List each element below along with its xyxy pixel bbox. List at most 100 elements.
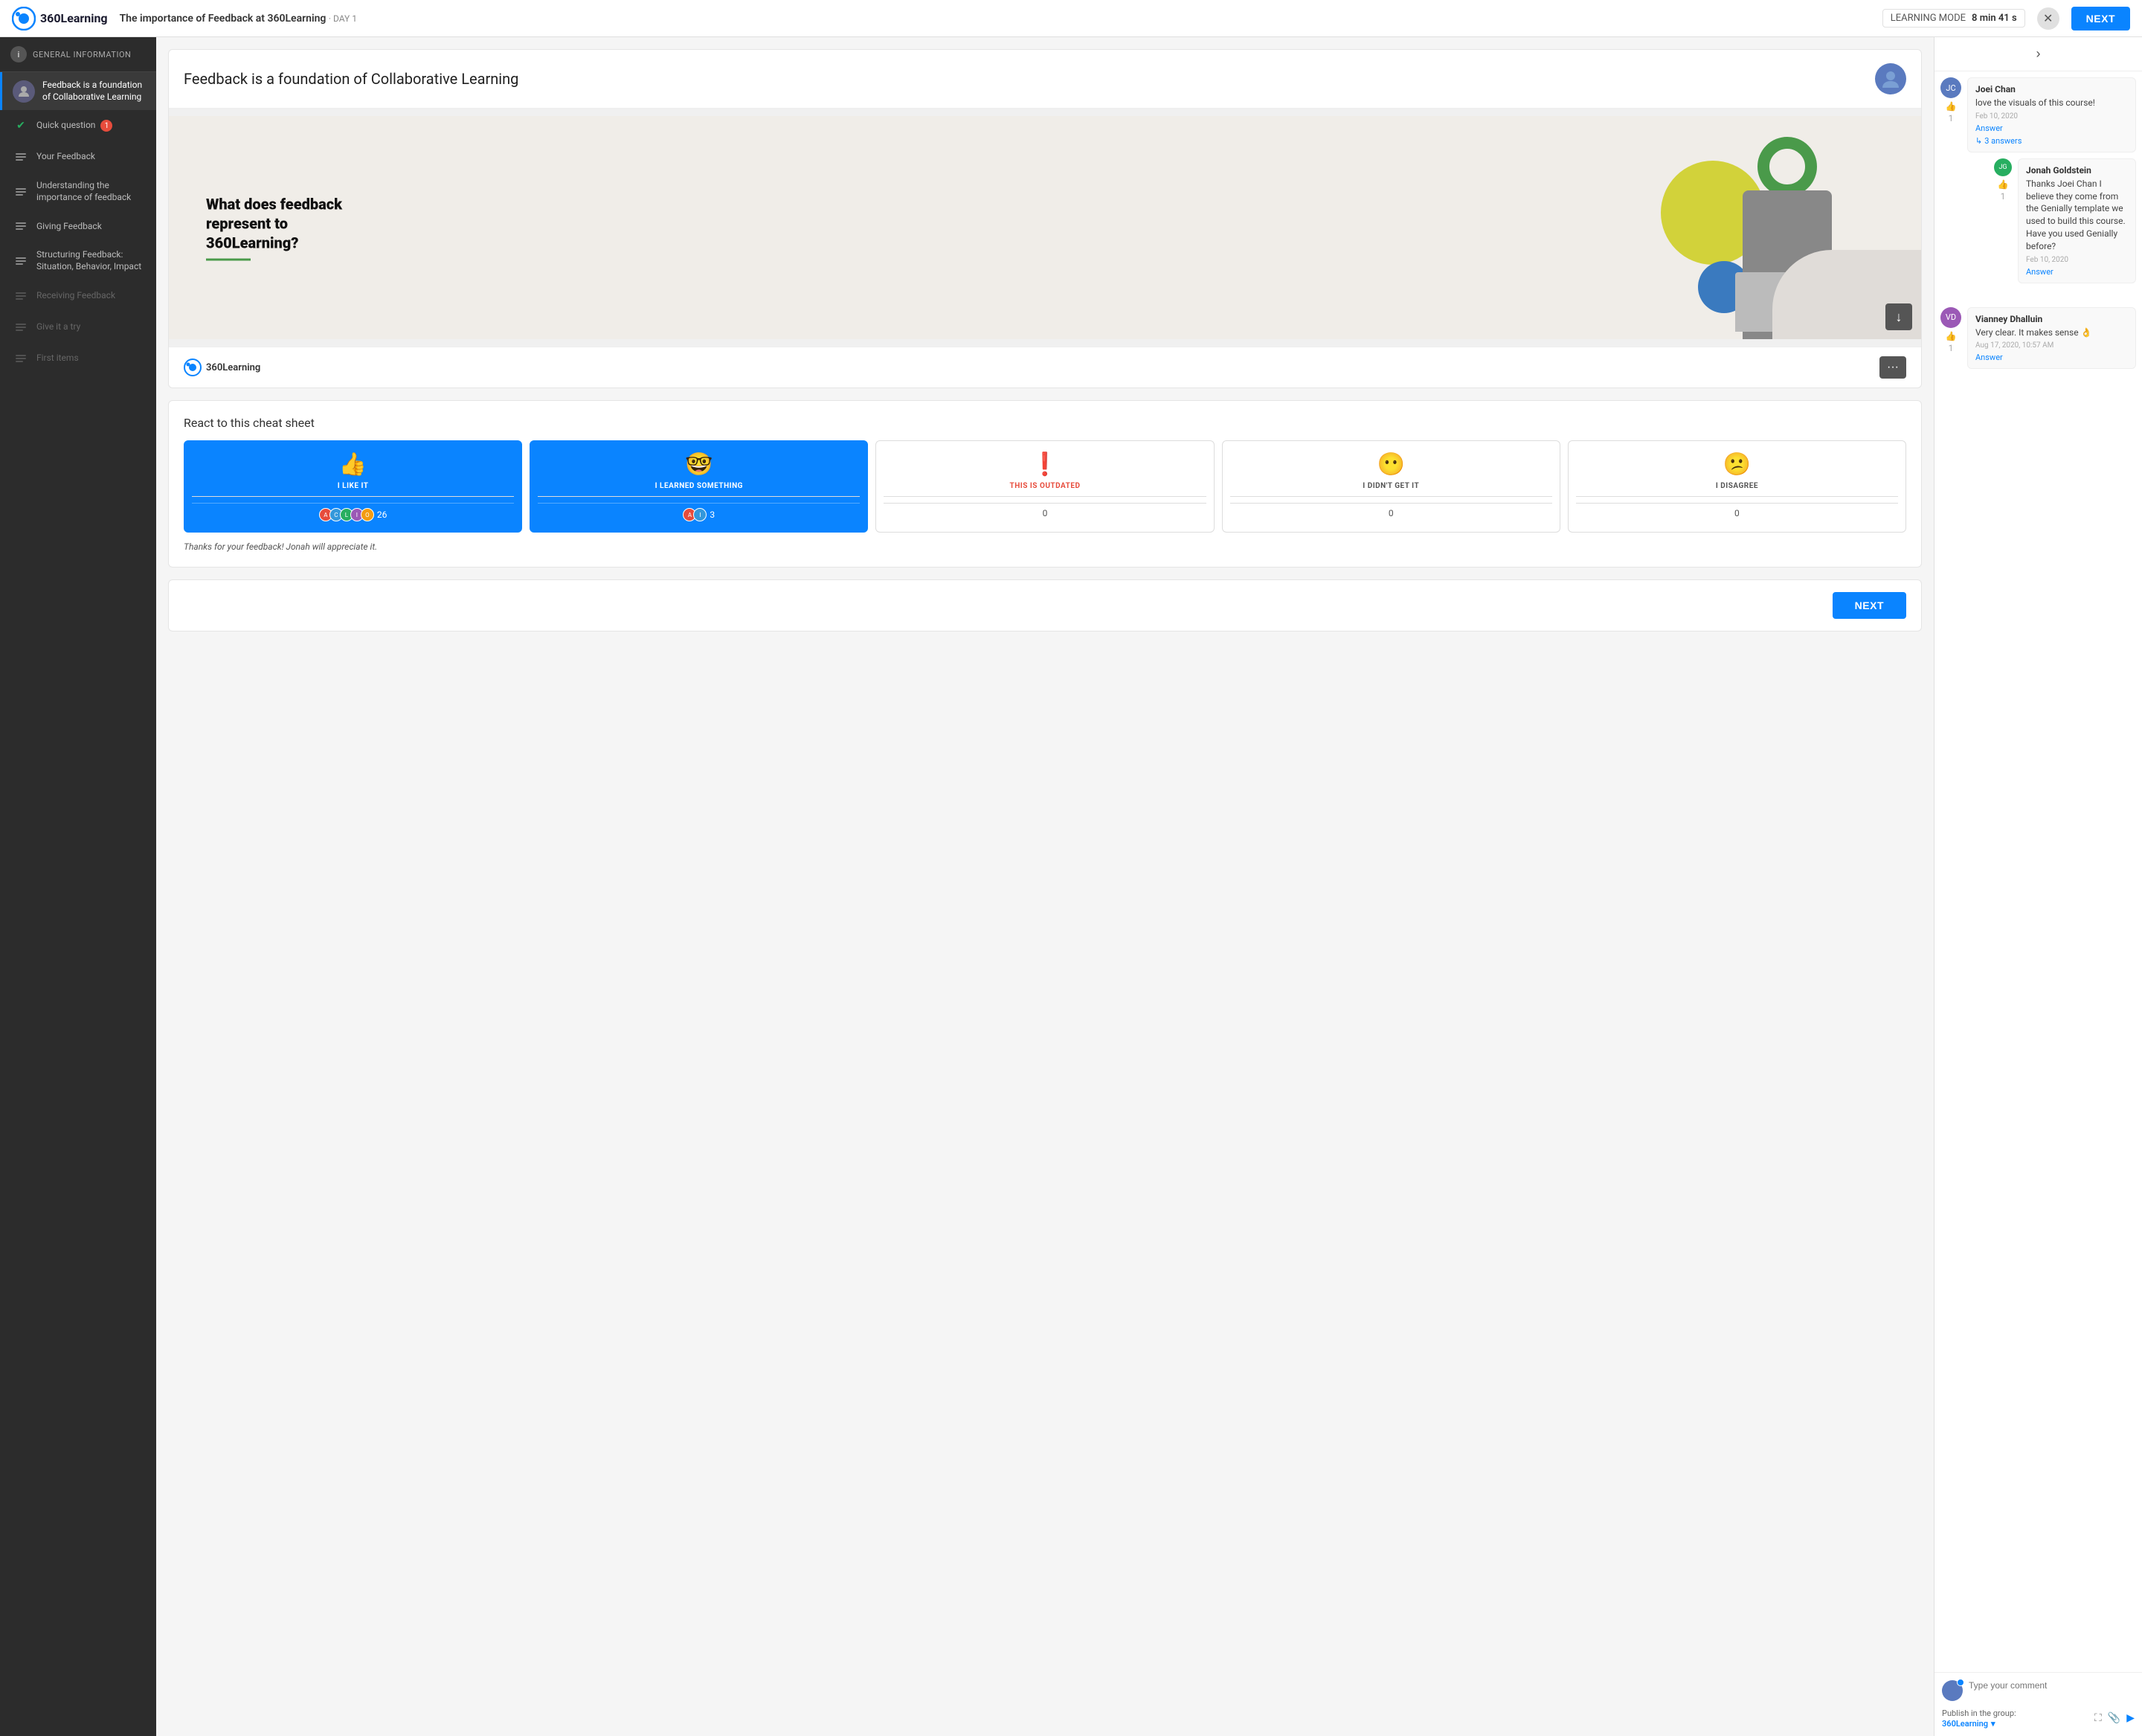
slide-inner: What does feedback represent to 360Learn… [169, 116, 1921, 339]
comment-item-2: VD 👍 1 Vianney Dhalluin Very clear. It m… [1940, 307, 2136, 370]
content-title: Feedback is a foundation of Collaborativ… [184, 70, 518, 88]
reaction-outdated-button[interactable]: ❗ THIS IS OUTDATED 0 [875, 440, 1214, 533]
topbar-next-button[interactable]: NEXT [2071, 7, 2130, 30]
learned-divider [538, 496, 860, 497]
topbar-logo: 360Learning [12, 7, 108, 30]
thanks-message: Thanks for your feedback! Jonah will app… [184, 541, 1906, 552]
more-options-button[interactable]: ··· [1879, 356, 1906, 379]
comment-like-button-1[interactable]: 👍 1 [1946, 101, 1957, 123]
sidebar: i GENERAL INFORMATION Feedback is a foun… [0, 37, 156, 1736]
reactions-grid: 👍 I LIKE IT A C L I O 26 [184, 440, 1906, 533]
content-area: Feedback is a foundation of Collaborativ… [156, 37, 1934, 1736]
publish-row: Publish in the group: 360Learning ▾ ⛶ 📎 … [1942, 1707, 2135, 1729]
sidebar-item-label-give-try: Give it a try [36, 321, 80, 333]
sidebar-item-giving-feedback[interactable]: Giving Feedback [0, 210, 156, 242]
content-card: Feedback is a foundation of Collaborativ… [168, 49, 1922, 388]
author-avatar [1875, 63, 1906, 94]
next-section: NEXT [168, 579, 1922, 631]
comment-like-button-2[interactable]: 👍 1 [1946, 331, 1957, 353]
like-emoji: 👍 [192, 451, 514, 478]
comment-answers-toggle-1[interactable]: ↳ 3 answers [1975, 136, 2128, 146]
sidebar-item-label-quick-question: Quick question 1 [36, 120, 112, 132]
brand-logo-row: 360Learning [184, 359, 260, 376]
sub-comment-body-1: Jonah Goldstein Thanks Joei Chan I belie… [2018, 158, 2136, 283]
topbar: 360Learning The importance of Feedback a… [0, 0, 2142, 37]
outdated-count-row: 0 [884, 503, 1206, 518]
fullscreen-button[interactable]: ⛶ [2094, 1711, 2102, 1724]
comment-answer-link-1[interactable]: Answer [1975, 123, 2128, 133]
publish-group-selector[interactable]: 360Learning ▾ [1942, 1719, 2016, 1729]
comments-list: JC 👍 1 Joei Chan love the visuals of thi… [1934, 71, 2142, 1672]
learning-mode-indicator: LEARNING MODE 8 min 41 s [1882, 9, 2025, 28]
like-count: 1 [1949, 343, 1954, 353]
sub-comment-item: JG 👍 1 Jonah Goldstein Thanks Joei Chan … [1994, 158, 2136, 283]
didnt-get-divider [1230, 496, 1552, 497]
sidebar-item-feedback-foundation[interactable]: Feedback is a foundation of Collaborativ… [0, 72, 156, 110]
comment-avatar-vianney: VD [1940, 307, 1961, 328]
info-icon: i [10, 46, 27, 62]
outdated-label: THIS IS OUTDATED [884, 482, 1206, 490]
sidebar-item-receiving-feedback: Receiving Feedback [0, 280, 156, 312]
comment-item: JC 👍 1 Joei Chan love the visuals of thi… [1940, 77, 2136, 295]
learned-avatar-2: I [693, 508, 707, 521]
sub-comment-date: Feb 10, 2020 [2026, 256, 2128, 264]
disagree-label: I DISAGREE [1576, 482, 1898, 490]
logo-icon [12, 7, 36, 30]
learning-mode-label: LEARNING MODE [1891, 13, 1966, 24]
reaction-like-button[interactable]: 👍 I LIKE IT A C L I O 26 [184, 440, 522, 533]
day-label: · DAY 1 [329, 13, 357, 24]
module-icon-giving-feedback [13, 218, 29, 234]
sidebar-item-label-giving-feedback: Giving Feedback [36, 221, 102, 233]
like-avatars: A C L I O [319, 508, 374, 521]
content-header: Feedback is a foundation of Collaborativ… [169, 50, 1921, 109]
publish-group-row: Publish in the group: 360Learning ▾ [1942, 1707, 2016, 1729]
sidebar-item-first-items: First items [0, 343, 156, 374]
comment-date-1: Feb 10, 2020 [1975, 112, 2128, 120]
module-icon-receiving [13, 288, 29, 304]
like-icon: 👍 [1946, 331, 1957, 341]
next-button[interactable]: NEXT [1833, 592, 1906, 619]
didnt-get-emoji: 😶 [1230, 451, 1552, 478]
answers-count-label: 3 answers [1984, 136, 2022, 146]
comment-answer-link-2[interactable]: Answer [1975, 353, 2128, 362]
comment-bubble-2: Vianney Dhalluin Very clear. It makes se… [1967, 307, 2136, 370]
disagree-count-row: 0 [1576, 503, 1898, 518]
disagree-emoji: 😕 [1576, 451, 1898, 478]
reaction-disagree-button[interactable]: 😕 I DISAGREE 0 [1568, 440, 1906, 533]
publish-icons: ⛶ 📎 ▶ [2094, 1711, 2135, 1724]
slide-heading: What does feedback represent to 360Learn… [206, 195, 370, 253]
comment-input-row [1942, 1680, 2135, 1701]
attach-button[interactable]: 📎 [2108, 1711, 2120, 1724]
module-icon-structuring [13, 253, 29, 269]
reaction-didnt-get-button[interactable]: 😶 I DIDN'T GET IT 0 [1222, 440, 1560, 533]
reaction-learned-button[interactable]: 🤓 I LEARNED SOMETHING A I 3 [530, 440, 868, 533]
like-divider [192, 496, 514, 497]
sidebar-item-structuring[interactable]: Structuring Feedback: Situation, Behavio… [0, 242, 156, 280]
module-icon-first-items [13, 350, 29, 367]
sidebar-item-label-your-feedback: Your Feedback [36, 151, 95, 163]
sub-comment-answer-link[interactable]: Answer [2026, 267, 2128, 277]
sidebar-item-label-receiving: Receiving Feedback [36, 290, 115, 302]
slide-down-button[interactable]: ↓ [1885, 303, 1912, 330]
sidebar-item-label-first-items: First items [36, 353, 79, 364]
comment-avatar-joei: JC [1940, 77, 1961, 98]
comment-text-input[interactable] [1969, 1680, 2135, 1691]
comment-text-2: Very clear. It makes sense 👌 [1975, 327, 2128, 339]
sub-comment-like-button[interactable]: 👍 1 [1998, 179, 2009, 202]
sidebar-item-your-feedback[interactable]: Your Feedback [0, 141, 156, 173]
sub-comment-text: Thanks Joei Chan I believe they come fro… [2026, 178, 2128, 253]
course-title: The importance of Feedback at 360Learnin… [120, 13, 327, 25]
sidebar-item-give-it-try: Give it a try [0, 312, 156, 343]
sidebar-item-quick-question[interactable]: ✔ Quick question 1 [0, 110, 156, 141]
close-button[interactable]: ✕ [2037, 7, 2059, 30]
comment-text-1: love the visuals of this course! [1975, 97, 2128, 109]
send-button[interactable]: ▶ [2126, 1711, 2135, 1724]
outdated-count: 0 [1043, 508, 1048, 518]
module-icon-your-feedback [13, 149, 29, 165]
disagree-divider [1576, 496, 1898, 497]
like-count-row: A C L I O 26 [192, 503, 514, 521]
comments-expand-button[interactable]: › [1934, 37, 2142, 71]
disagree-count: 0 [1734, 508, 1740, 518]
didnt-get-count: 0 [1389, 508, 1394, 518]
sidebar-item-understanding[interactable]: Understanding the importance of feedback [0, 173, 156, 210]
